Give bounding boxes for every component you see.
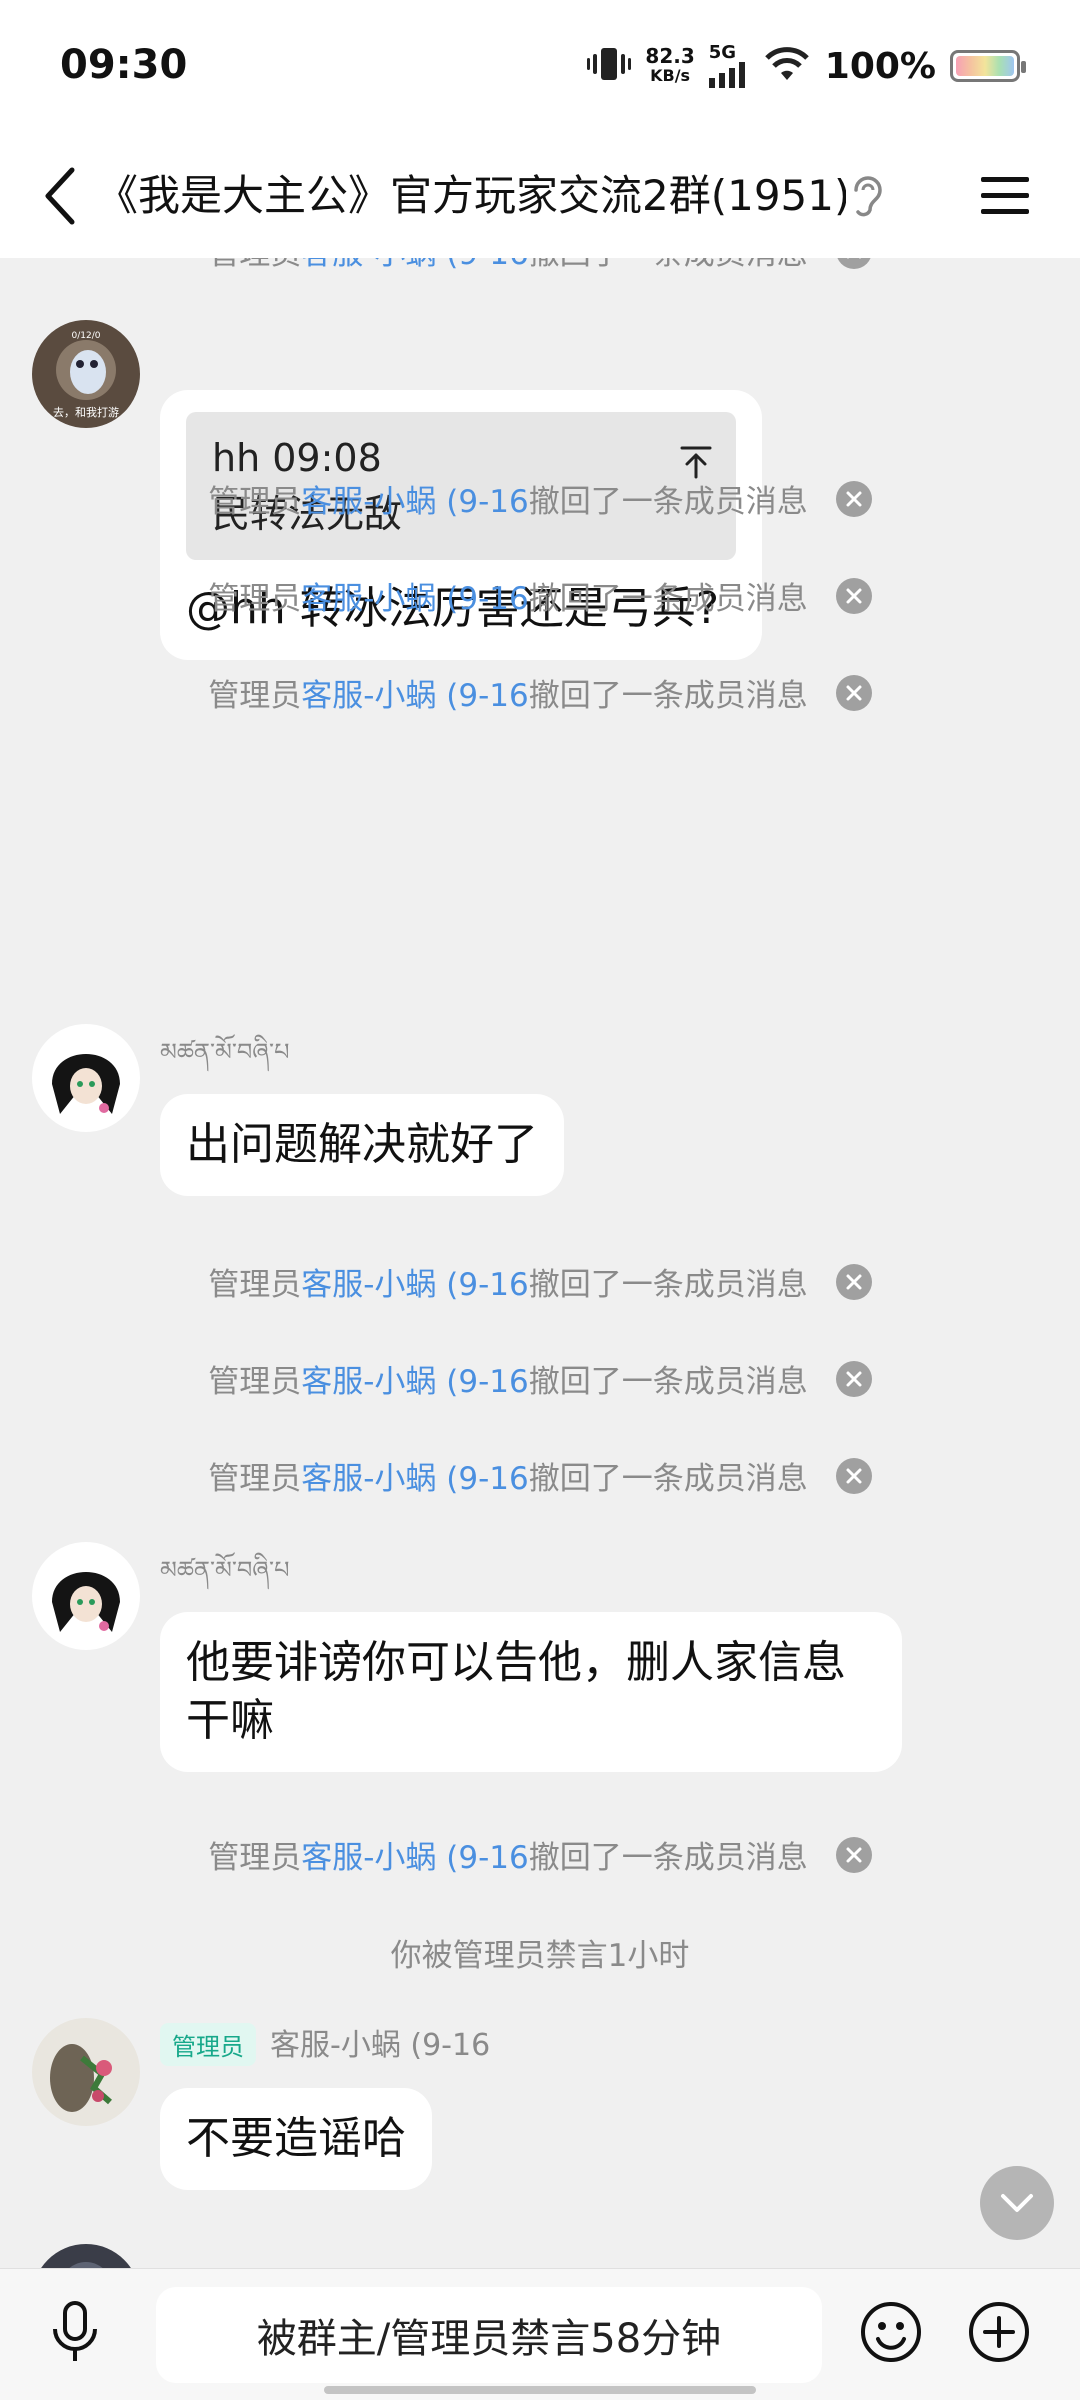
close-icon[interactable] xyxy=(835,1263,872,1300)
battery-icon xyxy=(950,50,1026,82)
net-speed: 82.3 KB/s xyxy=(645,44,695,85)
home-indicator[interactable] xyxy=(324,2386,756,2394)
system-notice-recall: 管理员客服-小蜗 (9-16撤回了一条成员消息 xyxy=(0,670,1080,715)
message-bubble[interactable]: 不要造谣哈 xyxy=(160,2088,432,2190)
close-icon[interactable] xyxy=(835,1836,872,1873)
svg-text:0/12/0: 0/12/0 xyxy=(72,331,101,341)
input-bar: 被群主/管理员禁言58分钟 xyxy=(0,2268,1080,2400)
hamburger-icon xyxy=(981,177,1029,214)
battery-percent: 100% xyxy=(824,45,936,87)
system-notice-recall: 管理员客服-小蜗 (9-16撤回了一条成员消息 xyxy=(0,258,1080,273)
close-icon[interactable] xyxy=(835,1360,872,1397)
message-bubble[interactable]: 出问题解决就好了 xyxy=(160,1094,564,1196)
status-icons: 82.3 KB/s 5G 100% xyxy=(587,38,1026,94)
status-time: 09:30 xyxy=(60,42,188,88)
plus-icon xyxy=(969,2302,1029,2362)
close-icon[interactable] xyxy=(835,1457,872,1494)
message-text: 出问题解决就好了 xyxy=(186,1119,538,1170)
ear-icon[interactable] xyxy=(848,170,884,222)
system-notice-recall: 管理员客服-小蜗 (9-16撤回了一条成员消息 xyxy=(0,1832,1080,1877)
wifi-icon xyxy=(763,44,811,88)
system-notice-recall: 管理员客服-小蜗 (9-16撤回了一条成员消息 xyxy=(0,476,1080,521)
system-notice-recall: 管理员客服-小蜗 (9-16撤回了一条成员消息 xyxy=(0,1356,1080,1401)
message-text: 不要造谣哈 xyxy=(186,2113,406,2164)
avatar[interactable] xyxy=(32,1024,140,1132)
signal-5g-icon: 5G xyxy=(708,44,749,88)
system-notice-recall: 管理员客服-小蜗 (9-16撤回了一条成员消息 xyxy=(0,573,1080,618)
sender-info: 管理员 客服-小蜗 (9-16 xyxy=(160,2020,490,2066)
svg-text:去，和我打游: 去，和我打游 xyxy=(53,405,119,419)
back-button[interactable] xyxy=(30,160,90,232)
scroll-to-bottom-button[interactable] xyxy=(980,2166,1054,2240)
chevron-down-icon xyxy=(1001,2194,1033,2212)
message-list[interactable]: 管理员客服-小蜗 (9-16撤回了一条成员消息 0/12/0 去，和我打游 hh… xyxy=(0,258,1080,2268)
system-notice-recall: 管理员客服-小蜗 (9-16撤回了一条成员消息 xyxy=(0,1453,1080,1498)
avatar[interactable]: 0/12/0 去，和我打游 xyxy=(32,320,140,428)
close-icon[interactable] xyxy=(835,577,872,614)
avatar[interactable] xyxy=(32,2244,140,2268)
message-bubble[interactable]: 他要诽谤你可以告他，删人家信息干嘛 xyxy=(160,1612,902,1772)
close-icon[interactable] xyxy=(835,480,872,517)
system-notice-recall: 管理员客服-小蜗 (9-16撤回了一条成员消息 xyxy=(0,1259,1080,1304)
status-bar: 09:30 82.3 KB/s 5G 100% xyxy=(0,0,1080,134)
close-icon[interactable] xyxy=(835,674,872,711)
voice-button[interactable] xyxy=(40,2297,110,2367)
chevron-left-icon xyxy=(45,167,75,225)
group-title[interactable]: 《我是大主公》官方玩家交流2群(1951) xyxy=(96,164,846,228)
message-text: 他要诽谤你可以告他，删人家信息干嘛 xyxy=(186,1637,846,1746)
vibrate-icon xyxy=(587,44,632,88)
close-icon[interactable] xyxy=(835,258,872,269)
emoji-button[interactable] xyxy=(856,2297,926,2367)
sender-name: 客服-小蜗 (9-16 xyxy=(270,2028,491,2063)
more-button[interactable] xyxy=(964,2297,1034,2367)
sender-name: མཚན་མོ་བཞི་པ xyxy=(160,1556,290,1584)
avatar[interactable] xyxy=(32,1542,140,1650)
message-bubble[interactable]: hh 09:08 民转法无敌 @hh 转冰法厉害还是弓兵? xyxy=(160,390,762,660)
avatar[interactable] xyxy=(32,2018,140,2126)
admin-badge: 管理员 xyxy=(160,2023,256,2066)
emoji-icon xyxy=(861,2302,921,2362)
sender-name: མཚན་མོ་བཞི་པ xyxy=(160,1038,290,1066)
message-input[interactable]: 被群主/管理员禁言58分钟 xyxy=(156,2287,822,2383)
menu-button[interactable] xyxy=(970,164,1040,228)
microphone-icon xyxy=(53,2301,97,2361)
chat-header: 《我是大主公》官方玩家交流2群(1951) xyxy=(0,134,1080,258)
system-notice-muted: 你被管理员禁言1小时 xyxy=(390,1938,690,1974)
